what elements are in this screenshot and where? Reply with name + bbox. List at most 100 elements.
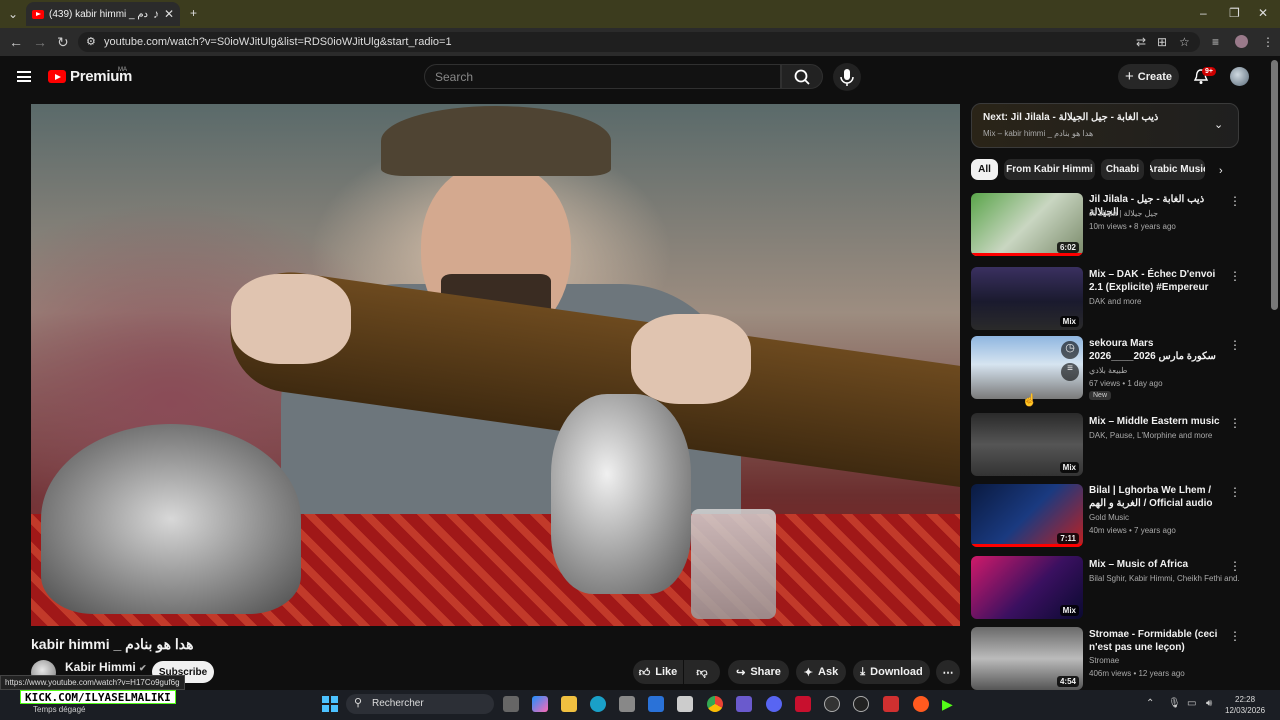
search-button[interactable] xyxy=(781,64,823,89)
up-next-panel[interactable] xyxy=(971,103,1239,148)
add-to-queue-icon[interactable]: ≡ xyxy=(1061,363,1079,381)
account-avatar[interactable] xyxy=(1230,67,1249,86)
related-title[interactable]: Bilal | Lghorba We Lhem / الغربة و الهم … xyxy=(1089,484,1224,510)
related-channel[interactable]: DAK and more xyxy=(1089,297,1239,306)
chevron-up-icon[interactable]: ⌃ xyxy=(1146,698,1154,709)
duration-badge: 4:54 xyxy=(1056,676,1079,687)
profile-avatar[interactable] xyxy=(1235,35,1248,48)
related-channel[interactable]: Bilal Sghir, Kabir Himmi, Cheikh Fethi a… xyxy=(1089,574,1239,583)
video-scene-glass xyxy=(691,509,776,619)
page-scrollbar[interactable] xyxy=(1271,60,1278,310)
adobe-icon[interactable] xyxy=(795,696,811,712)
more-options-icon[interactable]: ⋮ xyxy=(1229,559,1241,573)
related-channel[interactable]: Gold Music xyxy=(1089,513,1239,522)
system-clock[interactable]: 22:28 12/03/2026 xyxy=(1225,694,1265,716)
forward-icon[interactable]: → xyxy=(33,34,47,50)
install-app-icon[interactable]: ⊞ xyxy=(1157,35,1167,49)
video-thumbnail[interactable]: Mix xyxy=(971,556,1083,619)
chrome-icon[interactable] xyxy=(707,696,723,712)
video-thumbnail[interactable]: 6:02 xyxy=(971,193,1083,256)
edge-icon[interactable] xyxy=(590,696,606,712)
related-title[interactable]: Stromae - Formidable (ceci n'est pas une… xyxy=(1089,628,1224,654)
tab-close-icon[interactable]: ✕ xyxy=(164,7,174,21)
brave-icon[interactable] xyxy=(913,696,929,712)
game-icon[interactable] xyxy=(736,696,752,712)
copilot-icon[interactable] xyxy=(532,696,548,712)
chip-chaabi[interactable]: Chaabi xyxy=(1101,159,1144,180)
volume-icon[interactable]: 🔊︎ xyxy=(1206,698,1212,709)
related-channel[interactable]: Stromae xyxy=(1089,656,1239,665)
download-button[interactable]: ⤓ Download xyxy=(853,660,930,684)
related-title[interactable]: sekoura Mars 2026____سكورة مارس 2026 xyxy=(1089,337,1224,363)
channel-name[interactable]: Kabir Himmi ✔ xyxy=(65,660,147,674)
site-info-icon[interactable]: ⚙ xyxy=(86,35,96,48)
store-icon[interactable] xyxy=(619,696,635,712)
bookmark-star-icon[interactable]: ☆ xyxy=(1179,35,1190,49)
dislike-button[interactable]: 👎︎ xyxy=(684,660,720,684)
watch-later-icon[interactable]: ◷ xyxy=(1061,341,1079,359)
windows-start-icon[interactable] xyxy=(322,696,338,712)
restore-icon[interactable]: ❐ xyxy=(1229,6,1240,20)
related-title[interactable]: Mix – Middle Eastern music xyxy=(1089,415,1224,428)
tab-search-icon[interactable]: ⌄ xyxy=(8,7,18,21)
discord-icon[interactable] xyxy=(766,696,782,712)
file-explorer-icon[interactable] xyxy=(561,696,577,712)
more-options-icon[interactable]: ⋮ xyxy=(1229,629,1241,643)
voice-search-button[interactable] xyxy=(833,63,861,91)
video-thumbnail[interactable]: 7:11 xyxy=(971,484,1083,547)
hamburger-menu-icon[interactable] xyxy=(17,71,31,82)
outlook-icon[interactable] xyxy=(648,696,664,712)
reading-list-icon[interactable]: ≡ xyxy=(1212,35,1219,49)
more-options-icon[interactable]: ⋮ xyxy=(1229,338,1241,352)
windows-taskbar xyxy=(0,690,1280,720)
app-icon[interactable] xyxy=(853,696,869,712)
minimize-icon[interactable]: – xyxy=(1200,6,1207,20)
new-tab-icon[interactable]: + xyxy=(190,6,197,20)
chevron-right-icon[interactable]: › xyxy=(1219,165,1223,177)
more-options-icon[interactable]: ⋮ xyxy=(1229,485,1241,499)
youtube-logo[interactable]: Premium MA xyxy=(48,67,132,85)
related-channel[interactable]: طبيعة بلادي xyxy=(1089,366,1239,375)
create-button[interactable]: + Create xyxy=(1118,64,1179,89)
app-icon[interactable] xyxy=(883,696,899,712)
chip-all[interactable]: All xyxy=(971,159,998,180)
tab-audio-icon[interactable]: ♪ xyxy=(153,7,159,21)
more-actions-button[interactable]: ⋯ xyxy=(936,660,960,684)
related-channel[interactable]: DAK, Pause, L'Morphine and more xyxy=(1089,431,1239,440)
like-button[interactable]: 👍︎ Like xyxy=(633,660,683,684)
task-view-icon[interactable] xyxy=(503,696,519,712)
close-window-icon[interactable]: ✕ xyxy=(1258,6,1268,20)
plus-icon: + xyxy=(1124,68,1134,85)
play-icon[interactable]: ▶ xyxy=(942,696,958,712)
microphone-icon[interactable]: 🎙︎ xyxy=(1168,698,1181,709)
ask-button[interactable]: ✦ Ask xyxy=(796,660,846,684)
video-player[interactable] xyxy=(31,104,960,626)
browser-menu-icon[interactable]: ⋮ xyxy=(1262,35,1274,49)
reload-icon[interactable]: ↻ xyxy=(57,34,69,51)
app-icon[interactable] xyxy=(677,696,693,712)
related-channel[interactable]: Jil Jilala | جيل جيلالة xyxy=(1089,209,1239,218)
chip-arabic-music[interactable]: Arabic Music xyxy=(1150,159,1205,180)
back-icon[interactable]: ← xyxy=(9,34,23,50)
video-thumbnail[interactable]: ◷ ≡ xyxy=(971,336,1083,399)
network-icon[interactable]: ▭ xyxy=(1187,698,1196,709)
video-thumbnail[interactable]: 4:54 xyxy=(971,627,1083,690)
weather-widget[interactable]: Temps dégagé xyxy=(33,705,85,714)
share-button[interactable]: ↪ Share xyxy=(728,660,789,684)
browser-tab[interactable]: (439) kabir himmi _ هدا هو بنادم ♪ ✕ xyxy=(26,2,180,26)
chip-from-channel[interactable]: From Kabir Himmi xyxy=(1004,159,1095,180)
video-title: kabir himmi _ هدا هو بنادم xyxy=(31,636,194,652)
more-options-icon[interactable]: ⋮ xyxy=(1229,194,1241,208)
translate-icon[interactable]: ⇄ xyxy=(1136,35,1146,49)
chevron-down-icon[interactable]: ⌄ xyxy=(1214,118,1223,131)
video-thumbnail[interactable]: Mix xyxy=(971,267,1083,330)
related-title[interactable]: Mix – DAK - Échec D'envoi 2.1 (Explicite… xyxy=(1089,268,1224,294)
more-options-icon[interactable]: ⋮ xyxy=(1229,416,1241,430)
search-input[interactable]: Search xyxy=(424,64,781,89)
video-thumbnail[interactable]: Mix xyxy=(971,413,1083,476)
more-options-icon[interactable]: ⋮ xyxy=(1229,269,1241,283)
obs-icon[interactable] xyxy=(824,696,840,712)
taskbar-search[interactable]: ⚲ Rechercher xyxy=(346,694,494,714)
url-field[interactable]: ⚙ youtube.com/watch?v=S0ioWJitUlg&list=R… xyxy=(78,32,1200,52)
related-title[interactable]: Mix – Music of Africa xyxy=(1089,558,1224,571)
